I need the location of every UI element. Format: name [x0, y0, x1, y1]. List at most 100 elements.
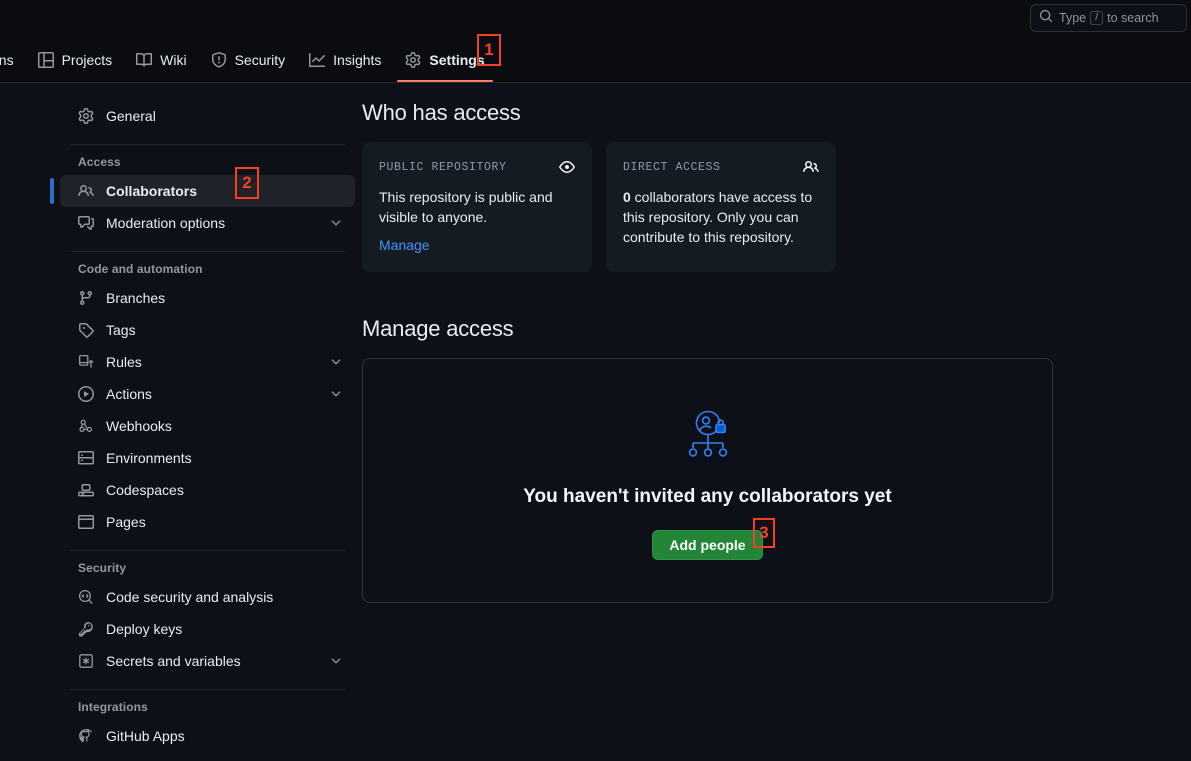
sidebar-item-moderation-options[interactable]: Moderation options — [60, 207, 355, 239]
chevron-down-icon[interactable] — [329, 654, 343, 668]
sidebar-item-label: Code security and analysis — [106, 589, 274, 605]
sidebar-item-rules[interactable]: Rules — [60, 346, 355, 378]
book-icon — [136, 52, 153, 68]
chevron-down-icon[interactable] — [329, 387, 343, 401]
blankslate-heading: You haven't invited any collaborators ye… — [523, 486, 892, 507]
codespaces-icon — [78, 482, 94, 498]
sidebar-item-environments[interactable]: Environments — [60, 442, 355, 474]
people-icon — [78, 183, 94, 199]
annotation-marker-1: 1 — [477, 34, 501, 66]
browser-icon — [78, 514, 94, 530]
card-label: DIRECT ACCESS — [623, 160, 721, 174]
sidebar-item-label: Deploy keys — [106, 621, 183, 637]
main-content: Who has access PUBLIC REPOSITORY This re… — [362, 100, 1062, 603]
public-repository-card: PUBLIC REPOSITORY This repository is pub… — [362, 142, 592, 272]
sidebar-item-label: Collaborators — [106, 183, 198, 199]
key-icon — [78, 621, 94, 637]
graph-icon — [309, 52, 326, 68]
sidebar-item-tags[interactable]: Tags — [60, 314, 355, 346]
card-body-text: This repository is public and visible to… — [379, 189, 553, 225]
sidebar-item-pages[interactable]: Pages — [60, 506, 355, 538]
sidebar-divider — [70, 251, 345, 252]
play-icon — [78, 386, 94, 402]
people-icon — [803, 159, 819, 175]
who-has-access-heading: Who has access — [362, 100, 521, 125]
sidebar-item-label: Pages — [106, 514, 146, 530]
tag-icon — [78, 322, 94, 338]
table-icon — [37, 52, 54, 68]
tab-label: Insights — [333, 52, 382, 68]
chevron-down-icon[interactable] — [329, 216, 343, 230]
sidebar-item-email-notifications[interactable]: Email notifications — [60, 752, 355, 761]
sidebar-item-branches[interactable]: Branches — [60, 282, 355, 314]
sidebar-item-collaborators[interactable]: Collaborators — [50, 175, 355, 207]
sidebar-item-label: Moderation options — [106, 215, 226, 231]
manage-link[interactable]: Manage — [379, 237, 430, 253]
sidebar-item-label: Actions — [106, 386, 152, 402]
tab-actions[interactable]: tions — [0, 44, 22, 76]
gear-icon — [78, 108, 94, 124]
search-placeholder-text: Type — [1059, 11, 1087, 25]
sidebar-item-code-security-and-analysis[interactable]: Code security and analysis — [60, 581, 355, 613]
sidebar-item-label: Rules — [106, 354, 142, 370]
sidebar-group-code-automation-title: Code and automation — [78, 262, 203, 276]
sidebar-divider — [70, 144, 345, 145]
chevron-down-icon[interactable] — [329, 355, 343, 369]
tab-label: Security — [234, 52, 286, 68]
shield-icon — [211, 52, 227, 68]
server-icon — [78, 450, 94, 466]
sidebar-item-label: Environments — [106, 450, 192, 466]
repo-header: Type / to search tions Projects Wiki — [0, 0, 1191, 83]
sidebar-divider — [70, 550, 345, 551]
eye-icon — [559, 159, 575, 175]
sidebar-item-actions[interactable]: Actions — [60, 378, 355, 410]
annotation-marker-2: 2 — [235, 167, 259, 199]
tab-wiki[interactable]: Wiki — [128, 44, 194, 76]
collaborator-count: 0 — [623, 189, 631, 205]
card-header: PUBLIC REPOSITORY — [379, 159, 575, 175]
sidebar-item-secrets-and-variables[interactable]: Secrets and variables — [60, 645, 355, 677]
card-label: PUBLIC REPOSITORY — [379, 160, 507, 174]
search-icon — [1039, 9, 1053, 28]
sidebar-item-codespaces[interactable]: Codespaces — [60, 474, 355, 506]
collaborators-blankslate: You haven't invited any collaborators ye… — [362, 358, 1053, 603]
sidebar-item-label: GitHub Apps — [106, 728, 185, 744]
direct-access-card: DIRECT ACCESS 0 collaborators have acces… — [606, 142, 836, 272]
card-body: This repository is public and visible to… — [379, 187, 575, 227]
page-root: Type / to search tions Projects Wiki — [0, 0, 1191, 761]
tab-label: tions — [0, 52, 14, 68]
sidebar-item-label: Codespaces — [106, 482, 184, 498]
card-body: 0 collaborators have access to this repo… — [623, 187, 819, 247]
sidebar-group-security-title: Security — [78, 561, 127, 575]
settings-sidebar: General Access Collaborators Moderation … — [50, 100, 355, 761]
sidebar-item-label: General — [106, 108, 156, 124]
sidebar-item-webhooks[interactable]: Webhooks — [60, 410, 355, 442]
sidebar-item-label: Branches — [106, 290, 166, 306]
sidebar-item-deploy-keys[interactable]: Deploy keys — [60, 613, 355, 645]
tab-insights[interactable]: Insights — [301, 44, 389, 76]
sidebar-group-access-title: Access — [78, 155, 121, 169]
sidebar-item-general[interactable]: General — [60, 100, 355, 132]
annotation-marker-3: 3 — [753, 518, 775, 548]
github-app-icon — [78, 728, 94, 744]
sidebar-item-github-apps[interactable]: GitHub Apps — [60, 720, 355, 752]
user-lock-hierarchy-illustration — [387, 407, 1028, 468]
access-cards: PUBLIC REPOSITORY This repository is pub… — [362, 142, 1062, 272]
webhook-icon — [78, 418, 94, 434]
add-people-button[interactable]: Add people — [652, 530, 763, 560]
tab-security[interactable]: Security — [203, 44, 294, 76]
sidebar-item-label: Secrets and variables — [106, 653, 241, 669]
sidebar-group-integrations-title: Integrations — [78, 700, 148, 714]
tab-projects[interactable]: Projects — [30, 44, 121, 76]
tab-label: Projects — [61, 52, 113, 68]
search-slash-key: / — [1090, 11, 1104, 25]
tab-label: Wiki — [160, 52, 187, 68]
search-placeholder-suffix: to search — [1107, 11, 1159, 25]
rules-icon — [78, 354, 94, 370]
comment-discussion-icon — [78, 215, 94, 231]
repo-nav-tabs: tions Projects Wiki Security — [0, 44, 501, 82]
card-header: DIRECT ACCESS — [623, 159, 819, 175]
codescan-icon — [78, 589, 94, 605]
search-input[interactable]: Type / to search — [1030, 4, 1187, 32]
